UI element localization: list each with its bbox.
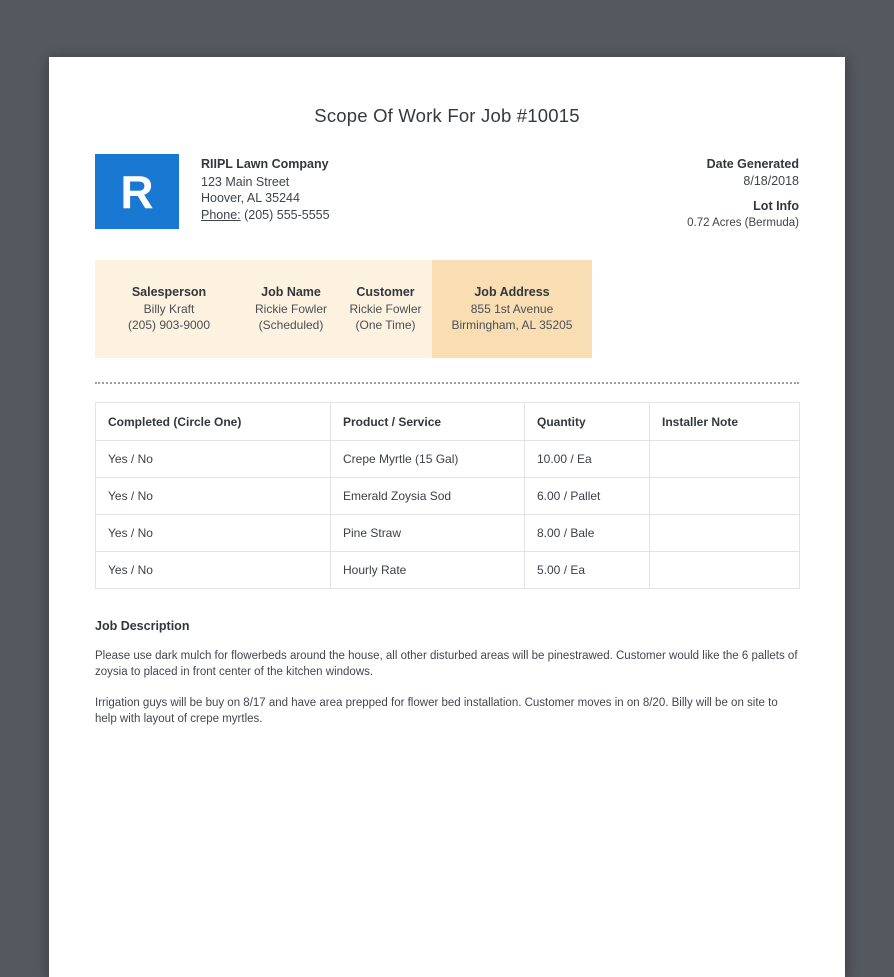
salesperson-phone: (205) 903-9000	[127, 318, 211, 332]
job-info-bar: Salesperson Billy Kraft (205) 903-9000 J…	[95, 260, 592, 358]
cell-product: Crepe Myrtle (15 Gal)	[330, 440, 525, 478]
cell-installer-note	[649, 514, 800, 552]
job-name-status: (Scheduled)	[258, 318, 324, 332]
lot-info-label: Lot Info	[753, 199, 799, 213]
job-description-paragraph-1: Please use dark mulch for flowerbeds aro…	[95, 650, 798, 678]
job-name-label: Job Name	[261, 285, 321, 299]
table-row: Yes / No Crepe Myrtle (15 Gal) 10.00 / E…	[95, 440, 800, 478]
job-name-column: Job Name Rickie Fowler (Scheduled)	[243, 260, 339, 358]
cell-completed: Yes / No	[95, 440, 331, 478]
cell-quantity: 6.00 / Pallet	[524, 477, 650, 515]
scope-of-work-table: Completed (Circle One) Product / Service…	[95, 402, 800, 589]
company-phone-row: Phone: (205) 555-5555	[201, 207, 330, 224]
table-row: Yes / No Pine Straw 8.00 / Bale	[95, 514, 800, 552]
table-row: Yes / No Emerald Zoysia Sod 6.00 / Palle…	[95, 477, 800, 515]
header-completed: Completed (Circle One)	[95, 402, 331, 441]
cell-quantity: 10.00 / Ea	[524, 440, 650, 478]
table-body: Yes / No Crepe Myrtle (15 Gal) 10.00 / E…	[95, 440, 800, 589]
cell-completed: Yes / No	[95, 514, 331, 552]
cell-completed: Yes / No	[95, 477, 331, 515]
page-title: Scope Of Work For Job #10015	[314, 105, 580, 126]
company-info: RIIPL Lawn Company 123 Main Street Hoove…	[201, 154, 330, 223]
table-row: Yes / No Hourly Rate 5.00 / Ea	[95, 551, 800, 589]
cell-completed: Yes / No	[95, 551, 331, 589]
company-address-line1: 123 Main Street	[201, 174, 290, 189]
dotted-divider	[95, 382, 799, 384]
cell-product: Hourly Rate	[330, 551, 525, 589]
header-installer-note: Installer Note	[649, 402, 800, 441]
phone-label: Phone:	[201, 207, 241, 222]
salesperson-name: Billy Kraft	[143, 302, 195, 316]
job-address-city: Birmingham, AL 35205	[451, 318, 573, 332]
job-address-column: Job Address 855 1st Avenue Birmingham, A…	[432, 260, 592, 358]
table-header: Completed (Circle One) Product / Service…	[95, 402, 800, 441]
cell-quantity: 8.00 / Bale	[524, 514, 650, 552]
lot-info-value: 0.72 Acres (Bermuda)	[687, 217, 799, 229]
date-generated-group: Date Generated 8/18/2018	[687, 156, 799, 190]
lot-info-group: Lot Info 0.72 Acres (Bermuda)	[687, 198, 799, 232]
cell-installer-note	[649, 551, 800, 589]
cell-quantity: 5.00 / Ea	[524, 551, 650, 589]
date-generated-value: 8/18/2018	[743, 174, 799, 188]
company-logo: R	[95, 154, 179, 229]
logo-letter: R	[120, 165, 154, 218]
customer-label: Customer	[356, 285, 415, 299]
customer-type: (One Time)	[355, 318, 416, 332]
customer-column: Customer Rickie Fowler (One Time)	[339, 260, 432, 358]
document-header: R RIIPL Lawn Company 123 Main Street Hoo…	[95, 154, 799, 232]
meta-block: Date Generated 8/18/2018 Lot Info 0.72 A…	[687, 154, 799, 232]
phone-number: (205) 555-5555	[240, 207, 330, 222]
job-name-value: Rickie Fowler	[254, 302, 327, 316]
table-header-row: Completed (Circle One) Product / Service…	[95, 402, 800, 441]
header-product-service: Product / Service	[330, 402, 525, 441]
date-generated-label: Date Generated	[706, 157, 799, 171]
cell-installer-note	[649, 440, 800, 478]
customer-name: Rickie Fowler	[349, 302, 422, 316]
document-page: Scope Of Work For Job #10015 R RIIPL Law…	[49, 57, 845, 977]
salesperson-column: Salesperson Billy Kraft (205) 903-9000	[95, 260, 243, 358]
company-block: R RIIPL Lawn Company 123 Main Street Hoo…	[95, 154, 330, 229]
company-name: RIIPL Lawn Company	[201, 157, 329, 171]
job-description-heading: Job Description	[95, 619, 190, 633]
cell-product: Pine Straw	[330, 514, 525, 552]
salesperson-label: Salesperson	[131, 285, 207, 299]
company-address-line2: Hoover, AL 35244	[201, 191, 300, 205]
header-quantity: Quantity	[524, 402, 650, 441]
cell-product: Emerald Zoysia Sod	[330, 477, 525, 515]
job-address-label: Job Address	[474, 285, 550, 299]
job-address-street: 855 1st Avenue	[470, 302, 554, 316]
cell-installer-note	[649, 477, 800, 515]
